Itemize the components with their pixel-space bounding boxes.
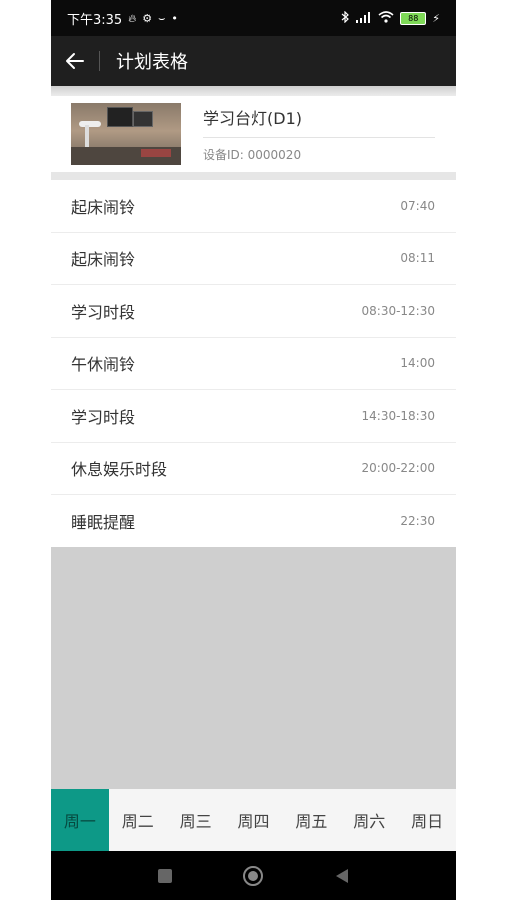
schedule-row[interactable]: 休息娱乐时段 20:00-22:00 [51,443,456,495]
settings-gear-icon: ⚙ [142,11,153,25]
schedule-row[interactable]: 学习时段 14:30-18:30 [51,390,456,443]
device-thumbnail [71,103,181,165]
square-icon [158,868,173,883]
back-arrow-icon [66,53,84,69]
charging-bolt-icon: ⚡︎ [432,11,440,25]
home-circle-icon [243,865,264,886]
schedule-label: 学习时段 [71,407,136,427]
title-divider [99,51,100,71]
back-nav-button[interactable] [327,861,357,891]
schedule-label: 休息娱乐时段 [71,460,168,480]
app-bar-shadow [51,86,456,96]
smile-icon: ⌣ [158,11,166,25]
schedule-label: 学习时段 [71,302,136,322]
app-bar: 计划表格 [51,36,456,86]
schedule-time: 14:00 [400,356,435,371]
tab-friday[interactable]: 周五 [282,789,340,851]
page-title: 计划表格 [116,52,188,73]
schedule-row[interactable]: 午休闹铃 14:00 [51,338,456,390]
home-button[interactable] [238,861,268,891]
schedule-time: 14:30-18:30 [361,408,436,423]
schedule-row[interactable]: 睡眠提醒 22:30 [51,495,456,548]
dot-icon: • [171,11,178,25]
schedule-time: 22:30 [400,514,435,529]
device-card[interactable]: 学习台灯(D1) 设备ID: 0000020 [51,96,456,172]
device-info: 学习台灯(D1) 设备ID: 0000020 [203,105,435,163]
device-name: 学习台灯(D1) [203,105,435,138]
signal-icon [356,11,372,25]
schedule-label: 睡眠提醒 [71,513,136,533]
schedule-list: 起床闹铃 07:40 起床闹铃 08:11 学习时段 08:30-12:30 午… [51,180,456,548]
schedule-time: 08:30-12:30 [361,303,436,318]
schedule-row[interactable]: 起床闹铃 07:40 [51,180,456,233]
system-nav-bar [51,851,456,900]
schedule-time: 08:11 [400,251,435,266]
schedule-time: 07:40 [400,198,435,213]
schedule-label: 午休闹铃 [71,355,136,375]
tab-saturday[interactable]: 周六 [340,789,398,851]
tab-thursday[interactable]: 周四 [225,789,283,851]
schedule-label: 起床闹铃 [71,197,136,217]
status-time: 下午3:35 [67,12,123,28]
schedule-row[interactable]: 学习时段 08:30-12:30 [51,285,456,338]
tab-tuesday[interactable]: 周二 [109,789,167,851]
tab-sunday[interactable]: 周日 [398,789,456,851]
device-id: 设备ID: 0000020 [203,148,302,162]
section-gap [51,172,456,180]
triangle-back-icon [335,868,348,883]
bluetooth-icon [340,10,350,25]
schedule-row[interactable]: 起床闹铃 08:11 [51,233,456,285]
flame-icon: 🔥︎ [128,11,137,25]
weekday-tabs: 周一 周二 周三 周四 周五 周六 周日 [51,789,456,851]
status-bar: 下午3:35 🔥︎ ⚙ ⌣ • 88 ⚡︎ [51,0,456,36]
empty-area [51,547,456,789]
phone-screen: 下午3:35 🔥︎ ⚙ ⌣ • 88 ⚡︎ 计划表格 学习台灯(D1) 设备ID… [51,0,456,900]
schedule-time: 20:00-22:00 [361,461,436,476]
back-button[interactable] [51,36,99,86]
tab-monday[interactable]: 周一 [51,789,109,851]
tab-wednesday[interactable]: 周三 [167,789,225,851]
schedule-label: 起床闹铃 [71,250,136,270]
wifi-icon [378,11,394,25]
recents-button[interactable] [150,861,180,891]
battery-icon: 88 [400,11,427,25]
